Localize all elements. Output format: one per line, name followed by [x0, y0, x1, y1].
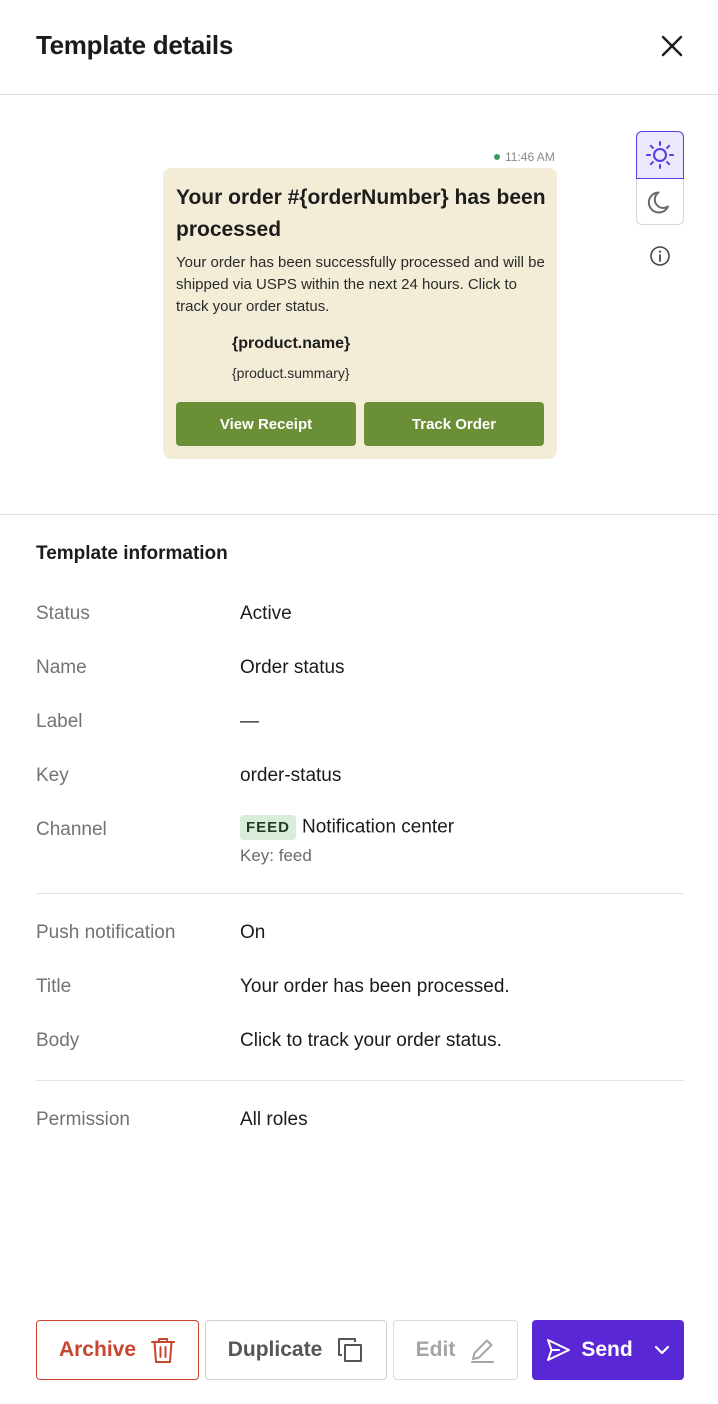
- theme-toggle: [636, 131, 684, 225]
- key-value: order-status: [240, 765, 342, 786]
- send-label: Send: [581, 1338, 633, 1361]
- archive-label: Archive: [58, 1338, 137, 1361]
- view-receipt-button[interactable]: View Receipt: [176, 402, 356, 446]
- template-preview: 11:46 AM Your order #{orderNumber} has b…: [0, 95, 718, 515]
- close-button[interactable]: [656, 30, 688, 62]
- channel-badge: FEED: [240, 815, 297, 840]
- timestamp-text: 11:46 AM: [505, 150, 555, 164]
- dark-theme-button[interactable]: [637, 179, 683, 225]
- edit-button[interactable]: Edit: [393, 1320, 518, 1380]
- duplicate-button[interactable]: Duplicate: [205, 1320, 387, 1380]
- push-notification-label: Push notification: [36, 922, 176, 943]
- status-value: Active: [240, 603, 292, 624]
- key-label: Key: [36, 765, 69, 786]
- card-title: Your order #{orderNumber} has been proce…: [176, 186, 546, 241]
- send-icon: [547, 1339, 571, 1361]
- product-summary: {product.summary}: [232, 365, 350, 381]
- track-order-button[interactable]: Track Order: [364, 402, 544, 446]
- light-theme-button[interactable]: [636, 131, 684, 179]
- message-timestamp: 11:46 AM: [494, 150, 555, 164]
- chevron-down-icon: [654, 1345, 669, 1355]
- name-label: Name: [36, 657, 87, 678]
- action-footer: Archive Duplicate Edit Send: [0, 1296, 718, 1404]
- info-icon: [650, 246, 670, 266]
- notification-card: Your order #{orderNumber} has been proce…: [163, 168, 557, 459]
- title-label: Title: [36, 976, 72, 997]
- send-button[interactable]: Send: [532, 1320, 684, 1380]
- status-label: Status: [36, 603, 90, 624]
- status-dot-icon: [494, 154, 500, 160]
- page-title: Template details: [36, 30, 234, 60]
- channel-label: Channel: [36, 819, 107, 840]
- moon-icon: [647, 191, 669, 214]
- close-icon: [661, 35, 683, 57]
- push-notification-value: On: [240, 922, 266, 943]
- divider: [36, 893, 684, 894]
- channel-key: Key: feed: [240, 846, 312, 865]
- sun-icon: [646, 141, 674, 169]
- label-value: —: [240, 711, 259, 732]
- trash-icon: [151, 1338, 176, 1363]
- section-title: Template information: [36, 543, 228, 564]
- pencil-icon: [471, 1339, 495, 1363]
- body-label: Body: [36, 1030, 80, 1051]
- archive-button[interactable]: Archive: [36, 1320, 199, 1380]
- send-options-toggle[interactable]: [653, 1341, 671, 1359]
- permission-label: Permission: [36, 1109, 130, 1130]
- body-value: Click to track your order status.: [240, 1030, 502, 1051]
- title-value: Your order has been processed.: [240, 976, 510, 997]
- info-button[interactable]: [648, 244, 672, 268]
- channel-value: FEED Notification center: [240, 815, 454, 840]
- duplicate-label: Duplicate: [227, 1338, 323, 1361]
- edit-label: Edit: [415, 1338, 456, 1361]
- label-label: Label: [36, 711, 83, 732]
- copy-icon: [338, 1338, 363, 1362]
- name-value: Order status: [240, 657, 345, 678]
- channel-name: Notification center: [302, 816, 455, 838]
- permission-value: All roles: [240, 1109, 308, 1130]
- divider: [36, 1080, 684, 1081]
- product-name: {product.name}: [232, 335, 351, 352]
- card-body: Your order has been successfully process…: [176, 254, 545, 315]
- panel-header: Template details: [0, 0, 718, 95]
